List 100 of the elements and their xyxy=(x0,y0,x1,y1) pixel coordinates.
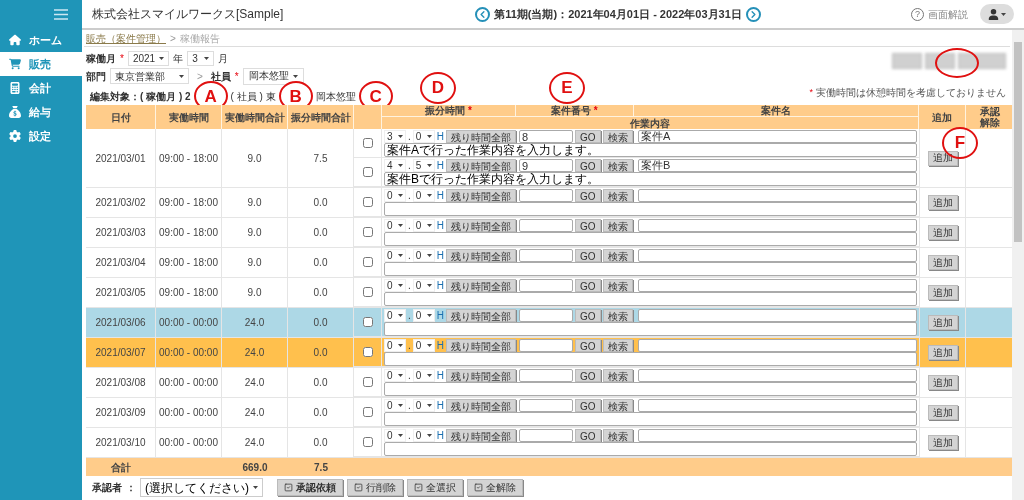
search-button[interactable]: 検索 xyxy=(602,130,633,144)
hour-select[interactable]: 0 xyxy=(384,279,406,293)
work-content-field[interactable] xyxy=(384,262,917,277)
case-name-field[interactable] xyxy=(638,189,917,203)
search-button[interactable]: 検索 xyxy=(602,339,633,353)
fraction-select[interactable]: 0 xyxy=(412,369,435,383)
case-name-field[interactable] xyxy=(638,309,917,323)
row-checkbox[interactable] xyxy=(362,257,373,268)
search-button[interactable]: 検索 xyxy=(602,309,633,323)
fraction-select[interactable]: 0 xyxy=(412,130,435,144)
case-number-field[interactable] xyxy=(519,219,573,233)
search-button[interactable]: 検索 xyxy=(602,369,633,383)
work-content-field[interactable] xyxy=(384,292,917,307)
hour-select[interactable]: 4 xyxy=(384,159,406,173)
month-select[interactable]: 3 xyxy=(187,50,214,66)
action-button[interactable]: 全選択 xyxy=(407,479,463,497)
fraction-select[interactable]: 0 xyxy=(412,339,435,353)
row-checkbox[interactable] xyxy=(362,197,373,208)
fraction-select[interactable]: 0 xyxy=(412,189,435,203)
go-button[interactable]: GO xyxy=(575,279,601,293)
go-button[interactable]: GO xyxy=(575,130,601,144)
fraction-select[interactable]: 0 xyxy=(412,249,435,263)
remaining-hours-button[interactable]: 残り時間全部 xyxy=(446,369,516,383)
remaining-hours-button[interactable]: 残り時間全部 xyxy=(446,399,516,413)
go-button[interactable]: GO xyxy=(575,249,601,263)
case-name-field[interactable] xyxy=(638,429,917,443)
remaining-hours-button[interactable]: 残り時間全部 xyxy=(446,219,516,233)
row-checkbox[interactable] xyxy=(362,347,373,358)
hour-select[interactable]: 0 xyxy=(384,309,406,323)
case-number-field[interactable] xyxy=(519,369,573,383)
menu-icon[interactable] xyxy=(54,8,68,20)
case-name-field[interactable]: 案件A xyxy=(638,130,917,144)
add-button[interactable]: 追加 xyxy=(927,345,958,361)
breadcrumb-link[interactable]: 販売（案件管理） xyxy=(86,30,166,46)
row-checkbox[interactable] xyxy=(362,227,373,238)
sidebar-item[interactable]: 販売 xyxy=(0,52,82,76)
go-button[interactable]: GO xyxy=(575,309,601,323)
search-button[interactable]: 検索 xyxy=(602,279,633,293)
help-link[interactable]: 画面解説 xyxy=(928,6,968,22)
case-name-field[interactable] xyxy=(638,339,917,353)
add-button[interactable]: 追加 xyxy=(927,315,958,331)
hour-select[interactable]: 3 xyxy=(384,130,406,144)
work-content-field[interactable] xyxy=(384,442,917,457)
search-button[interactable]: 検索 xyxy=(602,429,633,443)
go-button[interactable]: GO xyxy=(575,159,601,173)
add-button[interactable]: 追加 xyxy=(927,405,958,421)
add-button[interactable]: 追加 xyxy=(927,285,958,301)
user-menu-button[interactable] xyxy=(980,4,1014,24)
row-checkbox[interactable] xyxy=(362,167,373,178)
fraction-select[interactable]: 0 xyxy=(412,219,435,233)
remaining-hours-button[interactable]: 残り時間全部 xyxy=(446,130,516,144)
case-name-field[interactable] xyxy=(638,399,917,413)
work-content-field[interactable]: 案件Aで行った作業内容を入力します。 xyxy=(384,143,917,158)
remaining-hours-button[interactable]: 残り時間全部 xyxy=(446,339,516,353)
go-button[interactable]: GO xyxy=(575,219,601,233)
case-number-field[interactable]: 8 xyxy=(519,130,573,144)
fraction-select[interactable]: 0 xyxy=(412,309,435,323)
case-number-field[interactable] xyxy=(519,399,573,413)
case-number-field[interactable] xyxy=(519,279,573,293)
add-button[interactable]: 追加 xyxy=(927,435,958,451)
go-button[interactable]: GO xyxy=(575,339,601,353)
remaining-hours-button[interactable]: 残り時間全部 xyxy=(446,309,516,323)
work-content-field[interactable] xyxy=(384,232,917,247)
search-button[interactable]: 検索 xyxy=(602,219,633,233)
work-content-field[interactable] xyxy=(384,382,917,397)
hour-select[interactable]: 0 xyxy=(384,429,406,443)
fraction-select[interactable]: 5 xyxy=(412,159,435,173)
action-button[interactable]: 承認依頼 xyxy=(277,479,343,497)
case-number-field[interactable]: 9 xyxy=(519,159,573,173)
hour-select[interactable]: 0 xyxy=(384,369,406,383)
action-button[interactable]: 行削除 xyxy=(347,479,403,497)
search-button[interactable]: 検索 xyxy=(602,249,633,263)
case-number-field[interactable] xyxy=(519,339,573,353)
work-content-field[interactable] xyxy=(384,322,917,337)
department-select[interactable]: 東京営業部 xyxy=(110,68,189,85)
previous-period-button[interactable] xyxy=(475,6,491,22)
case-name-field[interactable] xyxy=(638,369,917,383)
go-button[interactable]: GO xyxy=(575,429,601,443)
add-button[interactable]: 追加 xyxy=(927,375,958,391)
case-number-field[interactable] xyxy=(519,429,573,443)
blurred-button[interactable] xyxy=(925,53,955,70)
add-button[interactable]: 追加 xyxy=(927,195,958,211)
add-button[interactable]: 追加 xyxy=(927,225,958,241)
row-checkbox[interactable] xyxy=(362,377,373,388)
remaining-hours-button[interactable]: 残り時間全部 xyxy=(446,159,516,173)
case-number-field[interactable] xyxy=(519,309,573,323)
remaining-hours-button[interactable]: 残り時間全部 xyxy=(446,429,516,443)
work-content-field[interactable] xyxy=(384,352,917,367)
row-checkbox[interactable] xyxy=(362,287,373,298)
row-checkbox[interactable] xyxy=(362,138,373,149)
remaining-hours-button[interactable]: 残り時間全部 xyxy=(446,249,516,263)
next-period-button[interactable] xyxy=(745,6,761,22)
go-button[interactable]: GO xyxy=(575,399,601,413)
scrollbar[interactable] xyxy=(1012,30,1024,500)
approver-select[interactable]: (選択してください) xyxy=(140,478,263,498)
case-name-field[interactable] xyxy=(638,219,917,233)
case-number-field[interactable] xyxy=(519,249,573,263)
work-content-field[interactable] xyxy=(384,412,917,427)
go-button[interactable]: GO xyxy=(575,369,601,383)
search-button[interactable]: 検索 xyxy=(602,159,633,173)
